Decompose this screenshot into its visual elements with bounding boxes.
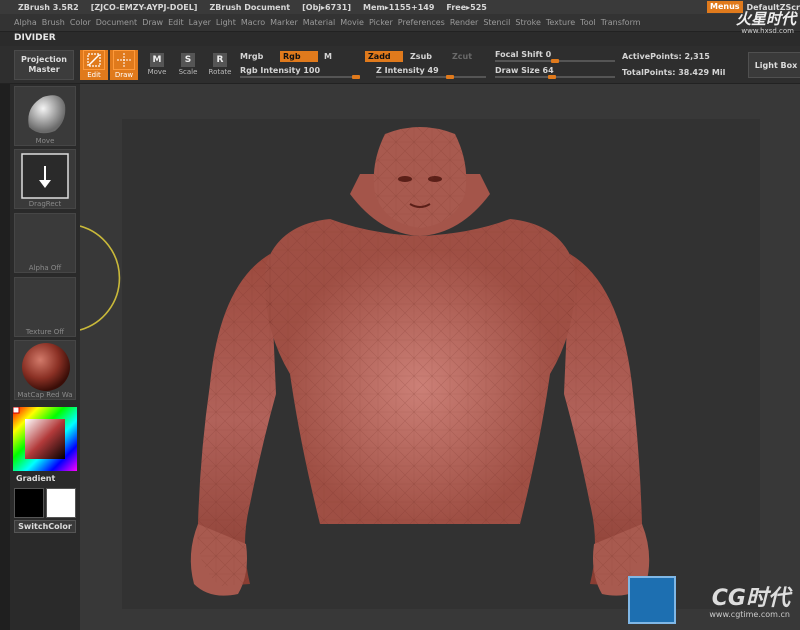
rgb-intensity-slider-label: Rgb Intensity 100 (240, 66, 321, 75)
mrgb-button[interactable]: Mrgb (240, 52, 263, 61)
zcut-button[interactable]: Zcut (452, 52, 472, 61)
top-shelf: Projection Master Edit Draw M Move S Sca… (0, 46, 800, 84)
hxsd-url-watermark: www.hxsd.com (741, 27, 794, 35)
z-intensity-slider-label: Z Intensity 49 (376, 66, 439, 75)
draw-label: Draw (114, 71, 134, 79)
menu-movie[interactable]: Movie (340, 18, 369, 27)
stroke-selector[interactable]: DragRect (14, 149, 76, 209)
title-bar: ZBrush 3.5R2 [ZJCO-EMZY-AYPJ-DOEL] ZBrus… (0, 0, 800, 14)
menu-marker[interactable]: Marker (270, 18, 303, 27)
projection-master-button[interactable]: Projection Master (14, 50, 74, 80)
stroke-label: DragRect (28, 200, 62, 208)
menu-texture[interactable]: Texture (546, 18, 580, 27)
material-selector[interactable]: MatCap Red Wa (14, 340, 76, 400)
brush-cursor-ring (80, 225, 121, 331)
menu-color[interactable]: Color (70, 18, 96, 27)
main-menu-bar: Alpha Brush Color Document Draw Edit Lay… (0, 14, 800, 32)
scale-button[interactable]: S Scale (174, 50, 202, 80)
material-label: MatCap Red Wa (17, 391, 73, 399)
edit-label: Edit (87, 71, 101, 79)
menu-transform[interactable]: Transform (601, 18, 646, 27)
alpha-label: Alpha Off (28, 264, 62, 272)
sculpt-model[interactable] (180, 124, 660, 604)
divider-label: DIVIDER (14, 33, 56, 43)
dragrect-stroke-icon (21, 153, 69, 199)
alpha-selector[interactable]: Alpha Off (14, 213, 76, 273)
projection-master-label-2: Master (28, 65, 60, 74)
menu-tool[interactable]: Tool (580, 18, 601, 27)
menu-preferences[interactable]: Preferences (398, 18, 450, 27)
rgb-button[interactable]: Rgb (280, 51, 318, 62)
hxsd-watermark: 火星时代 (735, 10, 796, 28)
app-version: ZBrush 3.5R2 (18, 2, 79, 12)
edit-button[interactable]: Edit (80, 50, 108, 80)
menu-brush[interactable]: Brush (42, 18, 70, 27)
draw-size-label: Draw Size 64 (495, 66, 554, 75)
cgtime-watermark: CG时代 (711, 586, 790, 611)
license-code: [ZJCO-EMZY-AYPJ-DOEL] (90, 2, 198, 12)
texture-selector[interactable]: Texture Off (14, 277, 76, 337)
m-button[interactable]: M (324, 52, 332, 61)
menu-light[interactable]: Light (216, 18, 241, 27)
gradient-label: Gradient (16, 474, 56, 483)
scale-label: Scale (178, 68, 198, 76)
brush-label: Move (35, 137, 55, 145)
secondary-color-swatch[interactable] (46, 488, 76, 518)
draw-button[interactable]: Draw (110, 50, 138, 80)
move-label: Move (147, 68, 167, 76)
matcap-sphere-icon (22, 343, 70, 391)
light-box-button[interactable]: Light Box (748, 52, 800, 78)
total-points-readout: TotalPoints: 38.429 Mil (622, 68, 726, 77)
menu-render[interactable]: Render (450, 18, 483, 27)
rotate-button[interactable]: R Rotate (206, 50, 234, 80)
edit-icon (83, 50, 105, 70)
left-tray-handle[interactable] (0, 84, 10, 630)
cgtime-logo-icon (628, 576, 676, 624)
texture-label: Texture Off (25, 328, 65, 336)
menu-draw[interactable]: Draw (142, 18, 168, 27)
color-picker[interactable] (12, 406, 77, 471)
menu-stroke[interactable]: Stroke (515, 18, 546, 27)
object-count: [Obj▸6731] (302, 2, 351, 12)
active-points-readout: ActivePoints: 2,315 (622, 52, 710, 61)
projection-master-label-1: Projection (21, 55, 67, 64)
document-name: ZBrush Document (209, 2, 291, 12)
move-button[interactable]: M Move (143, 50, 171, 80)
menu-document[interactable]: Document (96, 18, 142, 27)
menu-stencil[interactable]: Stencil (483, 18, 515, 27)
zsub-button[interactable]: Zsub (410, 52, 432, 61)
rgb-intensity-slider[interactable] (240, 76, 360, 78)
rotate-icon: R (213, 53, 227, 67)
move-brush-icon (28, 95, 66, 134)
brush-selector[interactable]: Move (14, 86, 76, 146)
color-wheel-icon (12, 406, 77, 471)
main-color-swatch[interactable] (14, 488, 44, 518)
scale-icon: S (181, 53, 195, 67)
free-memory: Free▸525 (446, 2, 487, 12)
zadd-button[interactable]: Zadd (365, 51, 403, 62)
move-icon: M (150, 53, 164, 67)
draw-size-knob[interactable] (548, 75, 556, 79)
cgtime-url-watermark: www.cgtime.com.cn (709, 610, 790, 619)
switch-color-button[interactable]: SwitchColor (14, 520, 76, 533)
menu-material[interactable]: Material (303, 18, 341, 27)
menu-picker[interactable]: Picker (369, 18, 398, 27)
z-intensity-slider[interactable] (376, 76, 486, 78)
focal-shift-knob[interactable] (551, 59, 559, 63)
menu-macro[interactable]: Macro (241, 18, 270, 27)
focal-shift-label: Focal Shift 0 (495, 50, 552, 59)
z-intensity-knob[interactable] (446, 75, 454, 79)
draw-icon (113, 50, 135, 70)
memory-info: Mem▸1155+149 (362, 2, 435, 12)
rgb-intensity-knob[interactable] (352, 75, 360, 79)
rotate-label: Rotate (208, 68, 232, 76)
menu-layer[interactable]: Layer (189, 18, 216, 27)
menu-alpha[interactable]: Alpha (14, 18, 42, 27)
menu-edit[interactable]: Edit (168, 18, 189, 27)
document-canvas[interactable] (80, 84, 800, 630)
